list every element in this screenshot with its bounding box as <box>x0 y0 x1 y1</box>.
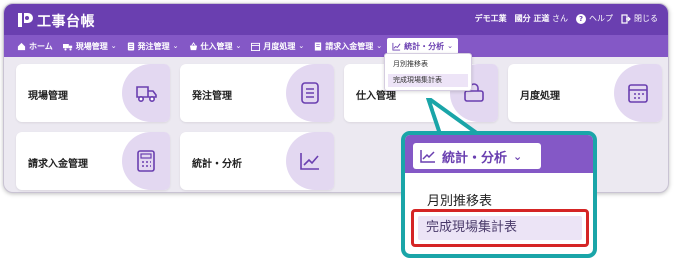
chevron-down-icon: ⌄ <box>513 149 523 163</box>
statistics-dropdown-menu: 月別推移表 完成現場集計表 <box>384 53 472 91</box>
card-label: 現場管理 <box>28 91 68 102</box>
chevron-down-icon: ⌄ <box>376 42 383 50</box>
menu-item-completed-sites[interactable]: 完成現場集計表 <box>388 74 468 87</box>
menu-item-monthly-trend[interactable]: 月別推移表 <box>388 58 468 71</box>
close-label: 閉じる <box>634 14 658 23</box>
title-bar: 工事台帳 デモ工業 國分 正道 さん ? ヘルプ 閉じる <box>4 4 668 35</box>
callout-nav: 統計・分析 ⌄ <box>405 135 593 173</box>
nav-home[interactable]: ホーム <box>12 38 58 54</box>
calendar-icon <box>251 42 261 51</box>
document-icon <box>286 64 334 122</box>
truck-icon <box>62 43 72 50</box>
nav-label: 現場管理 <box>75 41 108 51</box>
document-icon <box>127 41 134 51</box>
callout-statistics-menu[interactable]: 統計・分析 ⌄ <box>413 143 541 169</box>
chevron-down-icon: ⌄ <box>110 42 117 50</box>
nav-label: 月度処理 <box>263 41 296 51</box>
zoom-callout: 統計・分析 ⌄ 月別推移表 完成現場集計表 <box>401 131 597 258</box>
chart-icon <box>392 42 401 51</box>
nav-label: 発注管理 <box>137 41 170 51</box>
card-label: 請求入金管理 <box>28 159 88 170</box>
card-label: 発注管理 <box>192 91 232 102</box>
card-label: 月度処理 <box>520 91 560 102</box>
nav-label: 請求入金管理 <box>325 41 374 51</box>
nav-label: 統計・分析 <box>404 41 445 51</box>
callout-menu-item-completed-sites[interactable]: 完成現場集計表 <box>418 216 582 240</box>
menu-item-label: 完成現場集計表 <box>393 76 442 84</box>
nav-monthly-processing[interactable]: 月度処理 ⌄ <box>246 38 309 54</box>
nav-statistics[interactable]: 統計・分析 ⌄ <box>387 38 459 54</box>
main-nav: ホーム 現場管理 ⌄ 発注管理 ⌄ 仕入管理 ⌄ 月度処理 ⌄ 請求入金管理 ⌄ <box>4 35 668 57</box>
app-title: 工事台帳 <box>37 14 95 30</box>
chevron-down-icon: ⌄ <box>298 42 305 50</box>
help-label: ヘルプ <box>589 14 613 23</box>
card-monthly-processing[interactable]: 月度処理 <box>508 64 662 122</box>
chevron-down-icon: ⌄ <box>235 42 242 50</box>
card-statistics[interactable]: 統計・分析 <box>180 132 334 190</box>
header-right: デモ工業 國分 正道 さん ? ヘルプ 閉じる <box>475 13 658 24</box>
calculator-icon <box>122 132 170 190</box>
receipt-icon <box>315 41 322 51</box>
nav-purchase-management[interactable]: 仕入管理 ⌄ <box>184 38 247 54</box>
user-info: 國分 正道 さん <box>515 13 568 24</box>
card-order-management[interactable]: 発注管理 <box>180 64 334 122</box>
callout-menu-item-monthly-trend[interactable]: 月別推移表 <box>427 190 492 209</box>
company-name: デモ工業 <box>474 14 507 23</box>
callout-menu-label: 統計・分析 <box>442 150 508 166</box>
calendar-icon <box>614 64 662 122</box>
chart-icon <box>420 150 435 163</box>
chevron-down-icon: ⌄ <box>172 42 179 50</box>
home-icon <box>17 42 26 50</box>
nav-label: ホーム <box>29 41 53 51</box>
help-icon: ? <box>576 13 586 24</box>
card-site-management[interactable]: 現場管理 <box>16 64 170 122</box>
nav-site-management[interactable]: 現場管理 ⌄ <box>58 38 122 54</box>
card-billing-management[interactable]: 請求入金管理 <box>16 132 170 190</box>
close-button[interactable]: 閉じる <box>621 13 658 24</box>
user-name: 國分 正道 <box>514 14 550 23</box>
card-label: 統計・分析 <box>192 159 242 170</box>
nav-billing-management[interactable]: 請求入金管理 ⌄ <box>309 38 387 54</box>
nav-order-management[interactable]: 発注管理 ⌄ <box>122 38 184 54</box>
chart-icon <box>286 132 334 190</box>
help-button[interactable]: ? ヘルプ <box>576 13 613 24</box>
basket-icon <box>189 41 197 50</box>
logo-icon <box>18 13 33 27</box>
exit-icon <box>621 13 631 24</box>
menu-item-label: 月別推移表 <box>393 60 428 68</box>
truck-icon <box>122 64 170 122</box>
user-suffix: さん <box>552 14 568 23</box>
nav-label: 仕入管理 <box>200 41 233 51</box>
highlight-box: 完成現場集計表 <box>411 209 589 247</box>
chevron-down-icon: ⌄ <box>447 42 454 50</box>
